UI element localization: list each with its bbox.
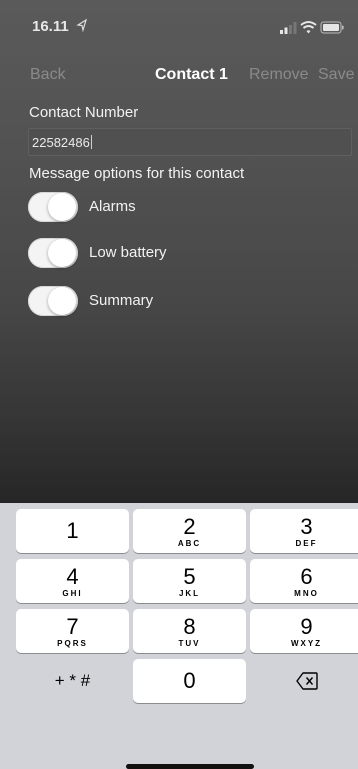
- home-indicator[interactable]: [126, 764, 254, 769]
- location-arrow-icon: [76, 18, 88, 32]
- low-battery-label: Low battery: [89, 244, 167, 261]
- key-letters: GHI: [62, 589, 83, 598]
- key-letters: JKL: [178, 589, 201, 598]
- toggle-knob: [48, 193, 76, 221]
- text-caret: [90, 135, 92, 149]
- key-digit: 0: [183, 668, 196, 693]
- key-letters: PQRS: [57, 639, 88, 648]
- key-digit: 4: [66, 564, 79, 589]
- contact-number-value: 22582486: [32, 135, 90, 150]
- backspace-key[interactable]: [250, 659, 358, 703]
- key-5[interactable]: 5 JKL: [133, 559, 246, 603]
- key-digit: 3: [300, 514, 313, 539]
- key-0[interactable]: 0: [133, 659, 246, 703]
- symbols-label: + * #: [54, 671, 91, 690]
- status-icons: [280, 21, 344, 34]
- alarms-label: Alarms: [89, 198, 136, 215]
- toggle-knob: [48, 239, 76, 267]
- toggle-knob: [48, 287, 76, 315]
- message-options-label: Message options for this contact: [29, 165, 245, 182]
- key-3[interactable]: 3 DEF: [250, 509, 358, 553]
- navigation-bar: Back Contact 1 Remove Save: [0, 60, 358, 90]
- backspace-icon: [296, 672, 318, 690]
- contact-screen: 16.11 Back Contact 1 Remove Save Contact…: [0, 0, 358, 503]
- wifi-icon: [300, 21, 317, 34]
- key-9[interactable]: 9 WXYZ: [250, 609, 358, 653]
- symbols-key[interactable]: + * #: [16, 659, 129, 703]
- key-letters: DEF: [295, 539, 318, 548]
- key-letters: TUV: [178, 639, 201, 648]
- contact-number-field[interactable]: 22582486: [28, 128, 352, 156]
- key-digit: 6: [300, 564, 313, 589]
- key-digit: 7: [66, 614, 79, 639]
- status-time: 16.11: [32, 18, 69, 35]
- low-battery-toggle[interactable]: [28, 238, 78, 268]
- status-bar: 16.11: [0, 0, 358, 48]
- cellular-signal-icon: [280, 22, 297, 34]
- page-title: Contact 1: [155, 66, 228, 83]
- key-8[interactable]: 8 TUV: [133, 609, 246, 653]
- battery-icon: [320, 21, 344, 34]
- key-letters: ABC: [177, 539, 202, 548]
- key-letters: WXYZ: [290, 639, 323, 648]
- summary-label: Summary: [89, 292, 154, 309]
- key-digit: 9: [300, 614, 313, 639]
- alarms-toggle[interactable]: [28, 192, 78, 222]
- key-digit: 5: [183, 564, 196, 589]
- remove-button[interactable]: Remove: [249, 66, 309, 84]
- save-button[interactable]: Save: [318, 66, 354, 84]
- contact-number-label: Contact Number: [29, 104, 139, 121]
- key-6[interactable]: 6 MNO: [250, 559, 358, 603]
- key-2[interactable]: 2 ABC: [133, 509, 246, 553]
- summary-toggle[interactable]: [28, 286, 78, 316]
- key-4[interactable]: 4 GHI: [16, 559, 129, 603]
- key-7[interactable]: 7 PQRS: [16, 609, 129, 653]
- key-1[interactable]: 1: [16, 509, 129, 553]
- back-button[interactable]: Back: [30, 66, 66, 84]
- key-letters: MNO: [294, 589, 319, 598]
- numeric-keypad: 1 2 ABC 3 DEF 4 GHI 5 JKL 6 MNO 7 PQRS 8…: [0, 503, 358, 769]
- key-digit: 2: [183, 514, 196, 539]
- key-digit: 8: [183, 614, 196, 639]
- key-digit: 1: [66, 518, 79, 543]
